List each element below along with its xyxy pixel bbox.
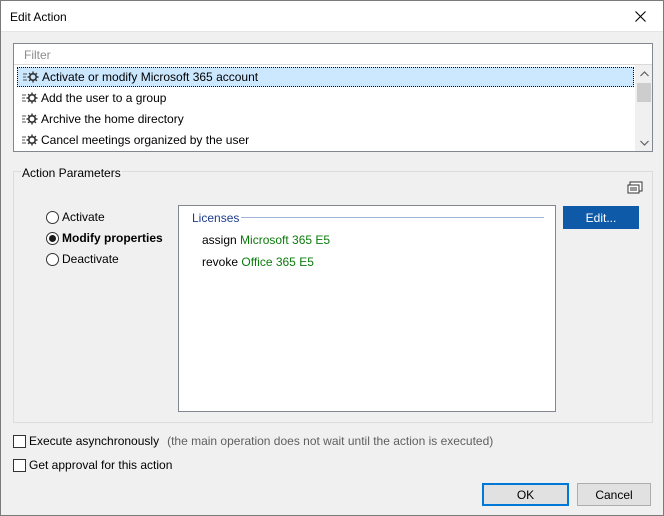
gear-icon [22,134,38,146]
radio-button[interactable] [46,252,59,266]
list-item-label: Cancel meetings organized by the user [41,133,250,147]
gear-icon [22,92,38,104]
scroll-thumb[interactable] [637,83,651,102]
execute-async-option[interactable]: Execute asynchronously (the main operati… [13,433,493,449]
radio-button[interactable] [46,231,59,245]
list-item[interactable]: Archive the home directory [17,109,634,129]
license-row: revoke Office 365 E5 [202,255,314,269]
radio-label: Activate [62,210,105,224]
chevron-up-icon [640,70,649,76]
list-item-label: Add the user to a group [41,91,167,105]
radio-label: Modify properties [62,231,163,245]
licenses-header: Licenses [192,211,240,225]
list-scrollbar[interactable] [635,65,652,151]
license-row: assign Microsoft 365 E5 [202,233,330,247]
radio-button[interactable] [46,210,59,224]
license-name: Microsoft 365 E5 [240,233,331,247]
title-bar: Edit Action [1,1,663,32]
radio-modify-properties[interactable]: Modify properties [46,230,163,246]
list-item[interactable]: Add the user to a group [17,88,634,108]
execute-async-label: Execute asynchronously [29,434,160,448]
list-item[interactable]: Cancel meetings organized by the user [17,130,634,150]
scroll-up-button[interactable] [636,65,653,82]
license-name: Office 365 E5 [241,255,314,269]
get-approval-label: Get approval for this action [29,458,173,472]
list-item[interactable]: Activate or modify Microsoft 365 account [17,67,634,87]
radio-deactivate[interactable]: Deactivate [46,251,119,267]
action-list: Activate or modify Microsoft 365 account… [13,43,653,152]
close-button[interactable] [617,1,663,32]
scroll-down-button[interactable] [636,134,653,151]
get-approval-checkbox[interactable] [13,458,26,472]
filter-input[interactable] [24,47,624,62]
edit-button[interactable]: Edit... [563,206,639,229]
action-items: Activate or modify Microsoft 365 account… [14,65,635,151]
list-item-label: Activate or modify Microsoft 365 account [42,70,259,84]
license-action: assign [202,233,237,247]
license-action: revoke [202,255,239,269]
window-title: Edit Action [10,10,67,24]
radio-activate[interactable]: Activate [46,209,105,225]
execute-async-hint: (the main operation does not wait until … [167,434,494,448]
licenses-divider [241,217,544,218]
chevron-down-icon [640,140,649,146]
close-icon [634,11,646,22]
get-approval-option[interactable]: Get approval for this action [13,457,172,473]
gear-icon [22,113,38,125]
action-parameters-label: Action Parameters [21,166,122,180]
edit-action-dialog: Edit Action Activate or modify Microsoft… [0,0,664,516]
gear-icon [23,71,39,83]
cancel-button[interactable]: Cancel [577,483,651,506]
parameters-icon[interactable] [627,181,643,195]
execute-async-checkbox[interactable] [13,434,26,448]
radio-label: Deactivate [62,252,119,266]
licenses-panel: Licenses assign Microsoft 365 E5 revoke … [178,205,556,412]
list-item-label: Archive the home directory [41,112,184,126]
filter-row [14,44,652,65]
ok-button[interactable]: OK [482,483,569,506]
